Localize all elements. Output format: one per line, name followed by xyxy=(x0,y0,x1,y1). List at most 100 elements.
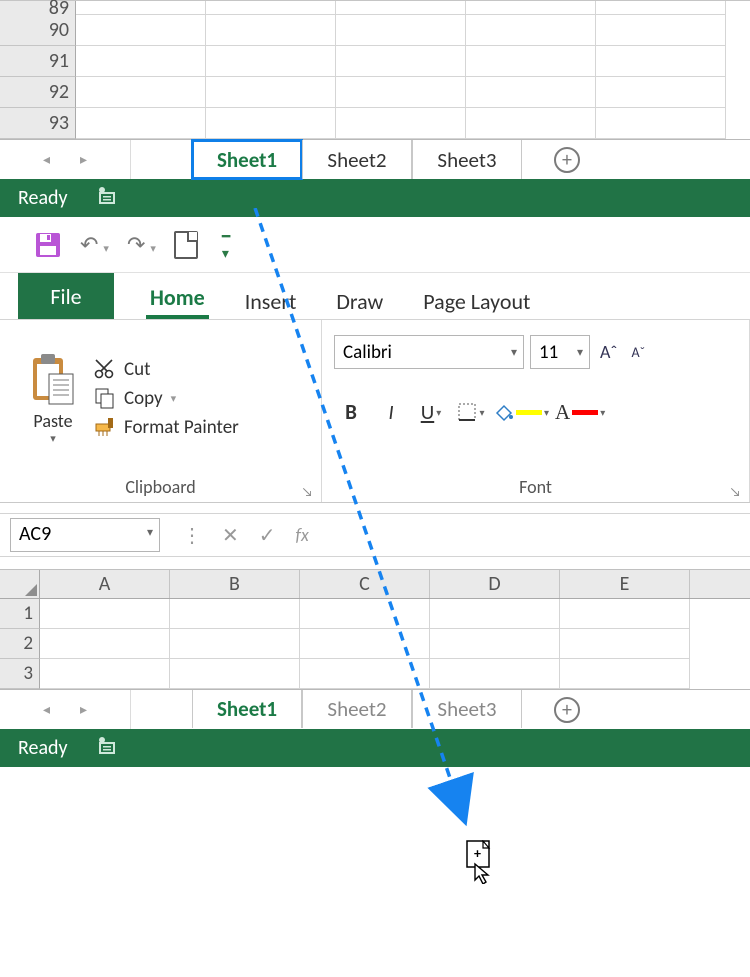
group-clipboard: Paste ▾ Cut Copy ▾ Format Pain xyxy=(0,320,322,502)
dialog-launcher-icon[interactable]: ↘ xyxy=(302,485,313,500)
cell[interactable] xyxy=(40,629,170,659)
cell[interactable] xyxy=(596,108,726,139)
sheet-tab[interactable]: Sheet2 xyxy=(302,690,412,728)
row-header[interactable]: 2 xyxy=(0,629,40,659)
cell[interactable] xyxy=(206,46,336,77)
tab-insert[interactable]: Insert xyxy=(241,288,301,319)
column-header[interactable]: E xyxy=(560,570,690,598)
save-icon[interactable] xyxy=(34,231,62,259)
column-header[interactable]: A xyxy=(40,570,170,598)
decrease-font-icon[interactable]: Aˇ xyxy=(632,344,646,361)
cell[interactable] xyxy=(206,15,336,46)
format-painter-button[interactable]: Format Painter xyxy=(94,416,239,439)
font-name-selector[interactable]: Calibri xyxy=(334,335,524,369)
cell[interactable] xyxy=(466,77,596,108)
paste-button[interactable]: Paste ▾ xyxy=(12,326,94,470)
increase-font-icon[interactable]: Aˆ xyxy=(600,341,618,363)
new-document-icon[interactable] xyxy=(174,231,198,259)
cell[interactable] xyxy=(336,46,466,77)
italic-button[interactable]: I xyxy=(374,395,408,429)
cell[interactable] xyxy=(596,77,726,108)
cell[interactable] xyxy=(336,15,466,46)
borders-button[interactable]: ▾ xyxy=(454,395,488,429)
cell[interactable] xyxy=(206,108,336,139)
cell[interactable] xyxy=(40,599,170,629)
chevron-down-icon: ▾ xyxy=(544,406,549,419)
font-color-button[interactable]: A ▾ xyxy=(555,395,605,429)
cancel-formula-icon[interactable]: ✕ xyxy=(222,523,239,548)
sheet-tab[interactable]: Sheet2 xyxy=(302,140,412,179)
row-header[interactable]: 90 xyxy=(0,15,76,46)
new-sheet-button[interactable]: + xyxy=(522,140,612,179)
select-all-corner[interactable] xyxy=(0,570,40,598)
row-header[interactable]: 91 xyxy=(0,46,76,77)
cell[interactable] xyxy=(300,629,430,659)
sheet-tab[interactable]: Sheet1 xyxy=(192,690,302,728)
cell[interactable] xyxy=(466,15,596,46)
cell[interactable] xyxy=(430,629,560,659)
column-header[interactable]: C xyxy=(300,570,430,598)
plus-icon: + xyxy=(554,147,580,173)
font-size-selector[interactable]: 11 xyxy=(530,335,590,369)
row-header[interactable]: 1 xyxy=(0,599,40,629)
next-sheet-icon[interactable]: ▸ xyxy=(80,701,87,718)
cell[interactable] xyxy=(76,77,206,108)
copy-button[interactable]: Copy ▾ xyxy=(94,387,239,410)
column-header[interactable]: D xyxy=(430,570,560,598)
record-macro-icon[interactable] xyxy=(96,734,118,762)
tab-page-layout[interactable]: Page Layout xyxy=(419,288,534,319)
cell[interactable] xyxy=(430,659,560,689)
tab-draw[interactable]: Draw xyxy=(332,288,387,319)
fx-icon[interactable]: fx xyxy=(296,524,309,546)
cell[interactable] xyxy=(170,629,300,659)
cell[interactable] xyxy=(466,108,596,139)
row-header[interactable]: 89 xyxy=(0,1,76,15)
sheet-tab[interactable]: Sheet3 xyxy=(412,690,522,728)
column-header[interactable]: B xyxy=(170,570,300,598)
cell[interactable] xyxy=(466,46,596,77)
record-macro-icon[interactable] xyxy=(96,184,118,212)
cut-button[interactable]: Cut xyxy=(94,358,239,381)
cell[interactable] xyxy=(300,599,430,629)
cell[interactable] xyxy=(560,599,690,629)
cell[interactable] xyxy=(40,659,170,689)
cell[interactable] xyxy=(76,15,206,46)
qat-more-icon[interactable]: ━▾ xyxy=(222,228,226,262)
cell[interactable] xyxy=(170,599,300,629)
cell[interactable] xyxy=(76,108,206,139)
redo-icon[interactable]: ↷ ▾ xyxy=(127,231,156,258)
prev-sheet-icon[interactable]: ◂ xyxy=(43,151,50,168)
drop-document-cursor-icon: + xyxy=(465,840,505,884)
accept-formula-icon[interactable]: ✓ xyxy=(259,523,276,548)
bold-button[interactable]: B xyxy=(334,395,368,429)
sheet-tab[interactable]: Sheet3 xyxy=(412,140,522,179)
cell[interactable] xyxy=(300,659,430,689)
name-box[interactable]: AC9 xyxy=(10,518,160,552)
underline-button[interactable]: U▾ xyxy=(414,395,448,429)
cell[interactable] xyxy=(76,46,206,77)
cell[interactable] xyxy=(336,108,466,139)
cell[interactable] xyxy=(336,77,466,108)
dialog-launcher-icon[interactable]: ↘ xyxy=(730,485,741,500)
prev-sheet-icon[interactable]: ◂ xyxy=(43,701,50,718)
cell[interactable] xyxy=(430,599,560,629)
next-sheet-icon[interactable]: ▸ xyxy=(80,151,87,168)
row-header[interactable]: 93 xyxy=(0,108,76,139)
tab-file[interactable]: File xyxy=(18,273,114,319)
undo-icon[interactable]: ↶ ▾ xyxy=(80,231,109,258)
row-header[interactable]: 92 xyxy=(0,77,76,108)
cell[interactable] xyxy=(206,77,336,108)
sheet-tab[interactable]: Sheet1 xyxy=(192,140,302,179)
new-sheet-button[interactable]: + xyxy=(522,690,612,729)
cell[interactable] xyxy=(596,46,726,77)
cell[interactable] xyxy=(560,659,690,689)
row-header[interactable]: 3 xyxy=(0,659,40,689)
fill-color-button[interactable]: ▾ xyxy=(494,395,549,429)
tab-home[interactable]: Home xyxy=(146,284,209,319)
status-text: Ready xyxy=(18,736,68,760)
cell[interactable] xyxy=(170,659,300,689)
cell[interactable] xyxy=(560,629,690,659)
cell[interactable] xyxy=(596,15,726,46)
plus-icon: + xyxy=(554,697,580,723)
fx-separator-icon: ⋮ xyxy=(182,523,202,548)
